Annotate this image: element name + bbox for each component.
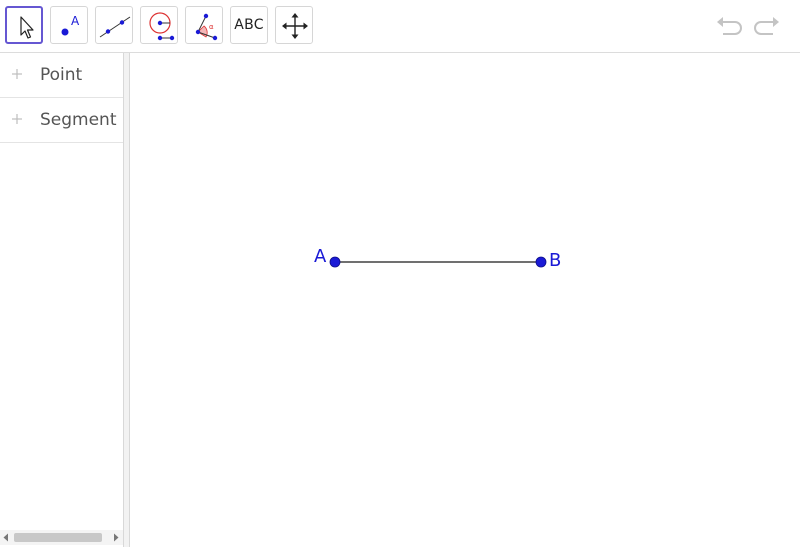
point-b-label: B: [549, 250, 562, 271]
angle-tool-button[interactable]: α: [185, 6, 223, 44]
circle-tool-button[interactable]: [140, 6, 178, 44]
point-b[interactable]: [535, 256, 547, 268]
scrollbar-thumb[interactable]: [14, 533, 102, 542]
svg-text:α: α: [209, 23, 214, 31]
move-graphics-tool-button[interactable]: [275, 6, 313, 44]
point-tool-glyph: A: [71, 14, 80, 28]
algebra-item-segment[interactable]: Segment: [0, 98, 123, 143]
segment-tool-button[interactable]: [95, 6, 133, 44]
text-tool-button[interactable]: ABC: [230, 6, 268, 44]
cursor-arrow-icon: [20, 16, 34, 39]
segment-icon: [99, 16, 131, 38]
graphics-canvas[interactable]: [131, 53, 800, 547]
move-graphics-icon: [282, 13, 308, 39]
circle-center-icon: [149, 12, 175, 41]
redo-icon[interactable]: [752, 12, 782, 42]
horizontal-scrollbar[interactable]: [0, 530, 123, 545]
move-tool-button[interactable]: [5, 6, 43, 44]
algebra-view: Point Segment: [0, 53, 123, 547]
undo-icon[interactable]: [714, 12, 744, 42]
point-a-label: A: [314, 246, 327, 267]
text-tool-label: ABC: [234, 17, 264, 33]
algebra-item-label: Segment: [40, 110, 117, 130]
angle-icon: α: [195, 13, 218, 41]
scroll-right-arrow-icon[interactable]: [112, 533, 120, 542]
expand-plus-icon[interactable]: [11, 113, 23, 125]
view-splitter[interactable]: [123, 53, 130, 547]
scroll-left-arrow-icon[interactable]: [2, 533, 10, 542]
algebra-item-label: Point: [40, 65, 83, 85]
graphics-view[interactable]: A B: [131, 53, 800, 547]
point-tool-button[interactable]: A: [50, 6, 88, 44]
point-a[interactable]: [329, 256, 341, 268]
algebra-item-point[interactable]: Point: [0, 53, 123, 98]
expand-plus-icon[interactable]: [11, 68, 23, 80]
point-icon: A: [61, 14, 80, 36]
toolbar: A α ABC: [0, 0, 800, 53]
